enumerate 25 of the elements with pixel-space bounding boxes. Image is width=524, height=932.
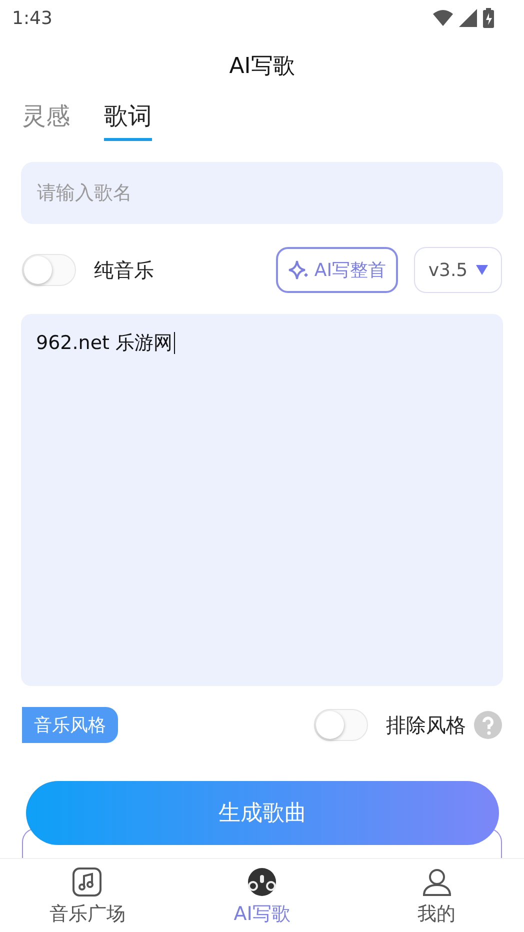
- version-dropdown[interactable]: v3.5: [414, 247, 502, 293]
- headphone-face-icon: [247, 867, 277, 897]
- nav-tab[interactable]: 音乐广场: [0, 859, 175, 932]
- song-name-field[interactable]: 请输入歌名: [21, 162, 503, 224]
- pure-music-label: 纯音乐: [94, 256, 154, 284]
- help-icon[interactable]: [474, 711, 502, 739]
- caret-icon: [476, 265, 488, 275]
- music-note-icon: [72, 867, 102, 897]
- music-style-tag: 音乐风格: [22, 707, 118, 743]
- ai-write-button[interactable]: AI写整首: [276, 247, 398, 293]
- wifi-icon: [433, 10, 453, 26]
- nav-tab[interactable]: AI写歌: [174, 859, 350, 932]
- nav-tab[interactable]: 我的: [349, 859, 524, 932]
- user-icon: [422, 867, 452, 897]
- tab[interactable]: 歌词: [104, 96, 152, 141]
- sparkle-icon: [288, 259, 310, 281]
- status-time: 1:43: [12, 8, 52, 28]
- signal-icon: [459, 9, 477, 27]
- pure-music-toggle[interactable]: [22, 254, 76, 286]
- page-title: AI写歌: [229, 53, 295, 81]
- lyrics-field[interactable]: 962.net 乐游网: [21, 314, 503, 686]
- battery-icon: [483, 8, 494, 28]
- exclude-style-toggle[interactable]: [314, 709, 368, 741]
- exclude-style-label: 排除风格: [386, 712, 466, 738]
- tab[interactable]: 灵感: [22, 96, 70, 141]
